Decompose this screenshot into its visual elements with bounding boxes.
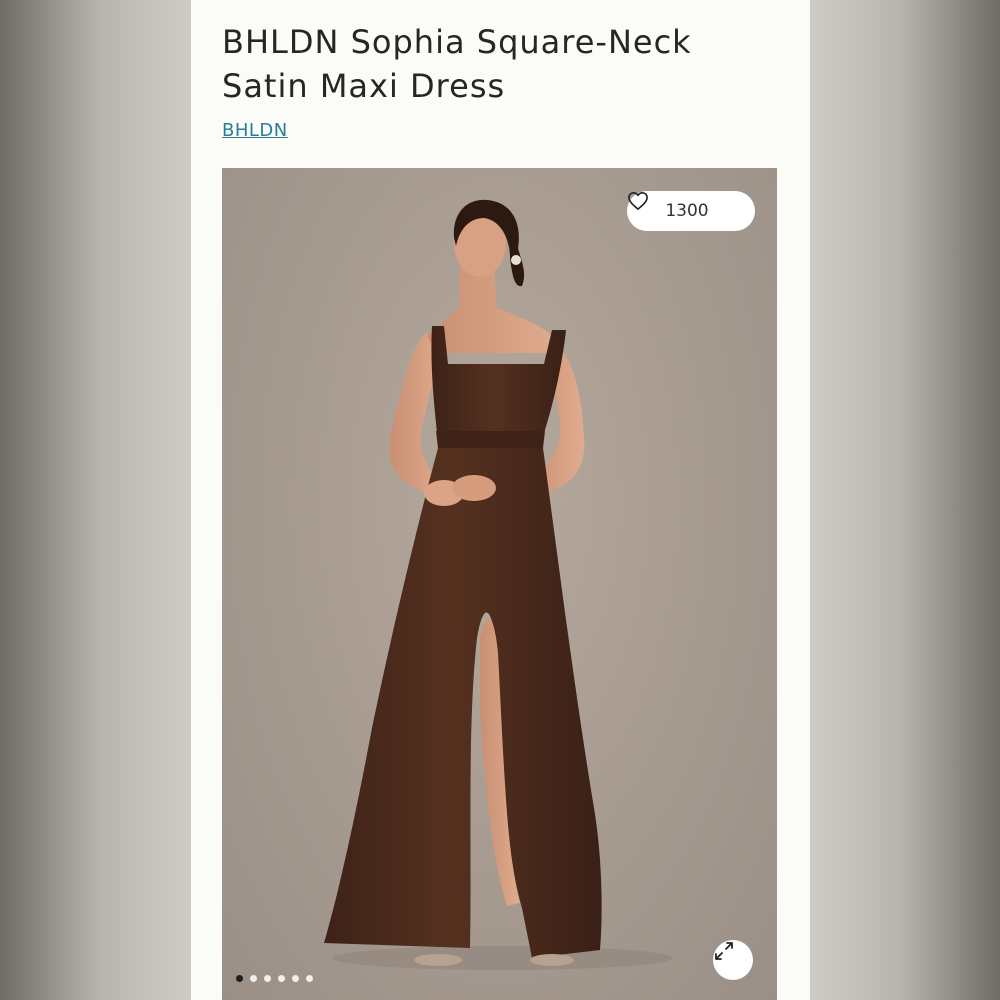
product-title-line-1: BHLDN Sophia Square-Neck — [222, 23, 692, 61]
carousel-pagination — [236, 975, 313, 982]
likes-count: 1300 — [665, 201, 709, 221]
brand-link[interactable]: BHLDN — [222, 120, 288, 141]
carousel-dot-4[interactable] — [278, 975, 285, 982]
likes-button[interactable]: 1300 — [627, 191, 755, 231]
product-card: BHLDN Sophia Square-Neck Satin Maxi Dres… — [191, 0, 810, 1000]
product-photo-carousel[interactable]: 1300 — [222, 168, 777, 1000]
carousel-dot-5[interactable] — [292, 975, 299, 982]
expand-fullscreen-button[interactable] — [713, 940, 753, 980]
carousel-dot-1[interactable] — [236, 975, 243, 982]
product-title: BHLDN Sophia Square-Neck Satin Maxi Dres… — [222, 20, 782, 108]
model-in-dress-image — [324, 199, 672, 970]
carousel-dot-2[interactable] — [250, 975, 257, 982]
product-title-line-2: Satin Maxi Dress — [222, 67, 506, 105]
carousel-dot-6[interactable] — [306, 975, 313, 982]
carousel-dot-3[interactable] — [264, 975, 271, 982]
